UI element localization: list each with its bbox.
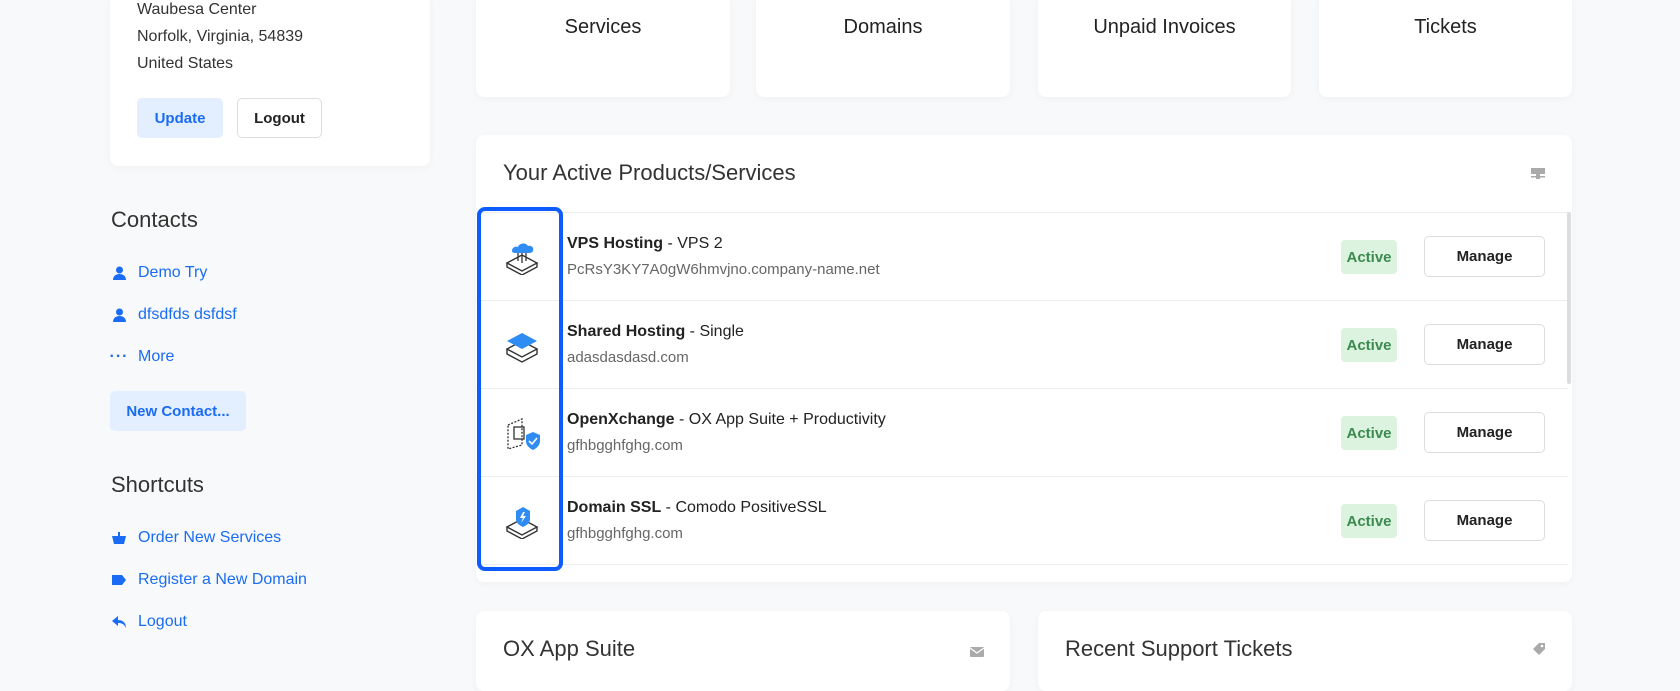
icon-column-highlight: [477, 207, 563, 571]
user-icon: [111, 308, 127, 322]
address-line: Waubesa Center: [137, 1, 257, 18]
ticket-tag-icon[interactable]: [1532, 642, 1546, 661]
stat-label: Unpaid Invoices: [1093, 16, 1236, 38]
recent-tickets-panel: Recent Support Tickets: [1038, 611, 1572, 691]
stat-label: Services: [564, 16, 642, 38]
status-badge: Active: [1341, 416, 1397, 450]
address-line: United States: [137, 55, 234, 72]
product-domain: gfhbgghfghg.com: [567, 525, 683, 542]
shortcuts-heading: Shortcuts: [111, 472, 204, 497]
panel-title: Your Active Products/Services: [503, 160, 796, 185]
manage-button[interactable]: Manage: [1424, 236, 1545, 277]
panel-title: Recent Support Tickets: [1065, 636, 1293, 661]
status-badge: Active: [1341, 328, 1397, 362]
product-row-divider: [476, 564, 1568, 565]
product-row[interactable]: Domain SSL - Comodo PositiveSSL gfhbgghf…: [476, 476, 1568, 564]
status-badge: Active: [1341, 240, 1397, 274]
more-contacts-link[interactable]: ··· More: [109, 348, 175, 366]
user-icon: [111, 266, 127, 280]
basket-icon: [111, 532, 127, 544]
product-name[interactable]: VPS Hosting: [567, 235, 663, 252]
active-products-panel: Your Active Products/Services VPS Hostin…: [476, 135, 1572, 582]
account-card: [110, 0, 430, 166]
product-plan: - Comodo PositiveSSL: [661, 499, 827, 516]
server-icon[interactable]: [1531, 167, 1545, 179]
address-line: Norfolk, Virginia, 54839: [137, 28, 304, 45]
stat-card-unpaid-invoices[interactable]: Unpaid Invoices: [1038, 0, 1291, 97]
shortcut-order-services[interactable]: Order New Services: [111, 529, 281, 547]
contacts-heading: Contacts: [111, 207, 198, 232]
product-row[interactable]: VPS Hosting - VPS 2 PcRsY3KY7A0gW6hmvjno…: [476, 212, 1568, 300]
contact-name: Demo Try: [138, 264, 208, 281]
product-plan: - Single: [685, 323, 744, 340]
ellipsis-icon: ···: [109, 348, 129, 365]
more-label: More: [138, 348, 175, 365]
contact-link[interactable]: dfsdfds dsfdsf: [111, 306, 237, 324]
product-name[interactable]: OpenXchange: [567, 411, 675, 428]
scrollbar[interactable]: [1567, 212, 1571, 384]
update-button[interactable]: Update: [137, 98, 223, 138]
manage-button[interactable]: Manage: [1424, 412, 1545, 453]
shortcut-label: Register a New Domain: [138, 571, 307, 588]
stat-card-services[interactable]: Services: [476, 0, 730, 97]
contact-name: dfsdfds dsfdsf: [138, 306, 237, 323]
envelope-icon[interactable]: [969, 644, 985, 662]
tag-icon: [111, 575, 127, 585]
status-badge: Active: [1341, 504, 1397, 538]
stat-label: Domains: [843, 16, 923, 38]
contact-link[interactable]: Demo Try: [111, 264, 207, 282]
logout-button[interactable]: Logout: [237, 98, 322, 138]
stat-card-domains[interactable]: Domains: [756, 0, 1010, 97]
manage-button[interactable]: Manage: [1424, 500, 1545, 541]
product-row[interactable]: OpenXchange - OX App Suite + Productivit…: [476, 388, 1568, 476]
product-list: VPS Hosting - VPS 2 PcRsY3KY7A0gW6hmvjno…: [476, 212, 1572, 565]
product-name[interactable]: Shared Hosting: [567, 323, 685, 340]
product-name[interactable]: Domain SSL: [567, 499, 661, 516]
ox-app-suite-panel: OX App Suite: [476, 611, 1010, 691]
product-domain: adasdasdasd.com: [567, 349, 689, 366]
stat-card-tickets[interactable]: Tickets: [1319, 0, 1572, 97]
reply-icon: [111, 616, 127, 628]
product-plan: - VPS 2: [663, 235, 723, 252]
shortcut-logout[interactable]: Logout: [111, 613, 187, 631]
product-domain: PcRsY3KY7A0gW6hmvjno.company-name.net: [567, 261, 880, 278]
stat-label: Tickets: [1414, 16, 1477, 38]
product-plan: - OX App Suite + Productivity: [674, 411, 886, 428]
new-contact-button[interactable]: New Contact...: [110, 391, 246, 431]
product-domain: gfhbgghfghg.com: [567, 437, 683, 454]
manage-button[interactable]: Manage: [1424, 324, 1545, 365]
panel-title: OX App Suite: [503, 636, 636, 661]
product-row[interactable]: Shared Hosting - Single adasdasdasd.com …: [476, 300, 1568, 388]
shortcut-label: Order New Services: [138, 529, 282, 546]
shortcut-label: Logout: [138, 613, 187, 630]
shortcut-register-domain[interactable]: Register a New Domain: [111, 571, 307, 589]
